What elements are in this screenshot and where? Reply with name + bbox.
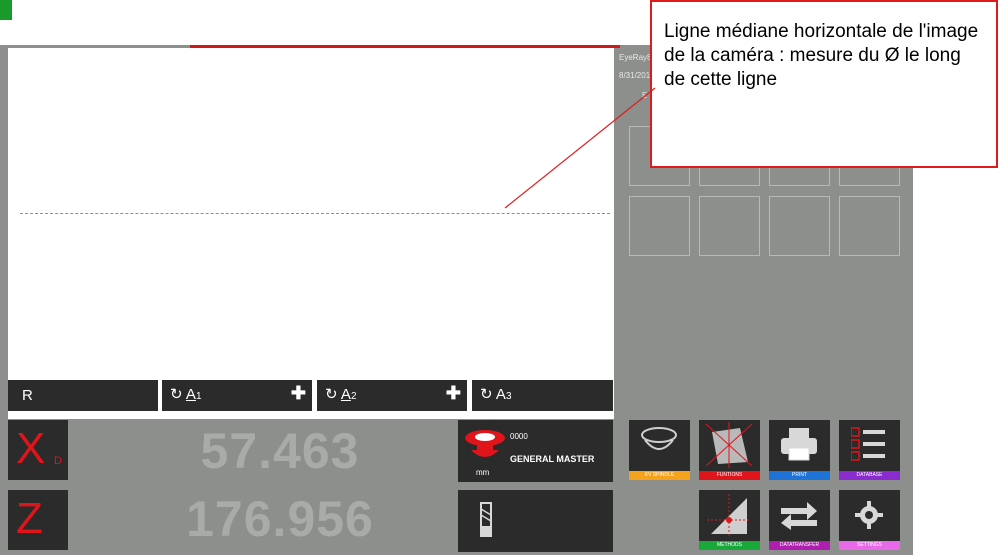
kv-spindle-button[interactable]: KV SPINDLE [629,420,690,480]
list-icon [851,427,885,461]
methods-icon [707,494,751,536]
annotation-callout: Ligne médiane horizontale de l'image de … [650,0,998,168]
plus-icon[interactable]: ✚ [291,383,306,404]
tab-a1-label: ↻ A1 [170,385,202,403]
database-button[interactable]: DATABASE [839,420,900,480]
master-name: GENERAL MASTER [510,454,595,464]
annotation-text: Ligne médiane horizontale de l'image de … [664,21,979,90]
tab-a1-sub: 1 [195,391,202,402]
methods-label: METHODS [699,541,760,550]
drill-icon [480,502,492,537]
functions-label: FUNTIONS [699,471,760,480]
x-axis-sub: D [54,455,62,467]
rotate-icon: ↻ [325,386,338,403]
tab-r-label: R [22,387,33,404]
database-label: DATABASE [839,471,900,480]
gear-icon [855,501,883,529]
tab-a2-sub: 2 [350,391,357,402]
tab-a3[interactable]: ↻ A3 [472,380,613,411]
print-label: PRINT [769,471,830,480]
tab-a1[interactable]: ↻ A1 ✚ [162,380,312,411]
empty-slot[interactable] [629,196,690,256]
master-unit: mm [476,468,490,477]
master-code: 0000 [510,432,528,441]
info-line-1: EyeRay8 [619,53,652,62]
camera-image-view [8,48,614,419]
info-line-3: E [642,91,648,100]
info-line-2: 8/31/201 [619,71,651,80]
x-axis-letter: X [16,424,46,473]
spindle-icon [641,427,677,450]
tab-a3-letter: A [495,386,506,403]
functions-icon [705,422,753,468]
tab-r[interactable]: R [8,380,158,411]
screenshot-root: { "app": { "info_lines": ["EyeRay8", "8/… [0,0,1001,556]
functions-button[interactable]: FUNTIONS [699,420,760,480]
tool-selector[interactable] [458,490,613,552]
x-axis-badge[interactable]: X D [8,420,68,480]
camera-top-red-line [190,45,620,48]
x-readout: 57.463 [200,423,360,479]
tab-a2-label: ↻ A2 [325,385,357,403]
transfer-icon [781,502,817,530]
settings-label: SETTINGS [839,541,900,550]
empty-slot[interactable] [839,196,900,256]
methods-button[interactable]: METHODS [699,490,760,550]
settings-button[interactable]: SETTINGS [839,490,900,550]
z-axis-letter: Z [16,494,43,543]
rotate-icon: ↻ [170,386,183,403]
printer-icon [781,428,817,461]
tab-a2[interactable]: ↻ A2 ✚ [317,380,467,411]
plus-icon[interactable]: ✚ [446,383,461,404]
tab-a2-letter: A [340,386,351,403]
spindle-icon [465,430,505,457]
master-selector[interactable]: 0000 GENERAL MASTER mm [458,420,613,482]
datatransfer-label: DATATRANSFER [769,541,830,550]
green-corner-marker [0,0,12,20]
kv-spindle-label: KV SPINDLE [629,471,690,480]
z-readout: 176.956 [186,491,374,547]
print-button[interactable]: PRINT [769,420,830,480]
rotate-icon: ↻ [480,386,493,403]
empty-slot[interactable] [769,196,830,256]
datatransfer-button[interactable]: DATATRANSFER [769,490,830,550]
horizontal-midline [20,213,610,214]
z-axis-badge[interactable]: Z [8,490,68,550]
tab-a3-label: ↻ A3 [480,385,512,403]
tab-a3-sub: 3 [505,391,512,402]
tab-a1-letter: A [185,386,196,403]
empty-slot[interactable] [699,196,760,256]
